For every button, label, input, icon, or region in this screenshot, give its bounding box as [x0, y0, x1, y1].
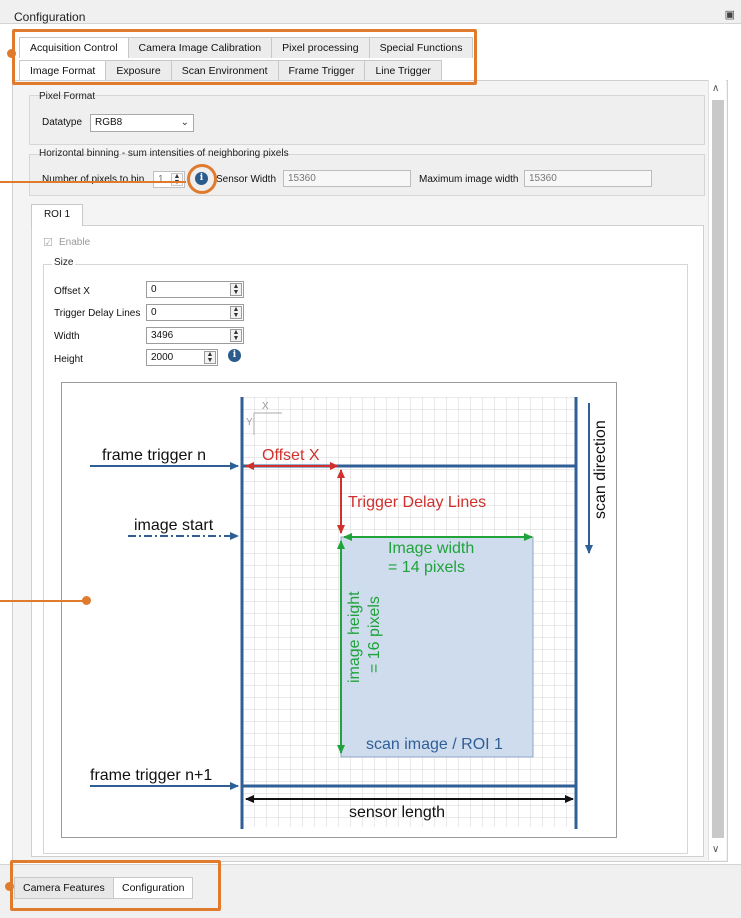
axis-y-label: Y — [246, 417, 253, 428]
tab-roi-1[interactable]: ROI 1 — [31, 204, 83, 226]
chevron-down-icon: ⌄ — [180, 117, 189, 128]
trigger-delay-lines-label: Trigger Delay Lines — [54, 308, 141, 319]
scan-image-label: scan image / ROI 1 — [366, 736, 503, 753]
pixels-to-bin-input[interactable]: 1 ▲▼ — [153, 171, 185, 188]
category-tab-bar: Acquisition Control Camera Image Calibra… — [19, 37, 474, 58]
pixels-to-bin-label: Number of pixels to bin — [42, 174, 145, 185]
scroll-down-icon[interactable]: ∨ — [712, 844, 719, 855]
width-label: Width — [54, 331, 80, 342]
width-value: 3496 — [151, 330, 174, 341]
tab-scan-environment[interactable]: Scan Environment — [170, 60, 279, 81]
panel-title: Configuration — [14, 10, 86, 24]
callout-leader-line — [0, 600, 84, 602]
trigger-delay-lines-diagram-label: Trigger Delay Lines — [348, 494, 486, 511]
image-height-value: = 16 pixels — [366, 596, 383, 673]
max-image-width-label: Maximum image width — [419, 174, 519, 185]
image-width-label: Image width — [388, 540, 474, 557]
info-icon[interactable]: i — [228, 349, 241, 362]
scrollbar-thumb[interactable] — [712, 100, 724, 838]
spin-arrows-icon[interactable]: ▲▼ — [171, 173, 183, 186]
roi-diagram: X Y frame trigger n image start frame tr… — [61, 382, 617, 838]
tab-exposure[interactable]: Exposure — [105, 60, 172, 81]
height-input[interactable]: 2000 ▲ ▼ — [146, 349, 218, 366]
roi-diagram-svg: X Y frame trigger n image start frame tr… — [90, 397, 609, 829]
frame-trigger-n-label: frame trigger n — [102, 447, 206, 464]
callout-dot — [5, 882, 14, 891]
sensor-width-label: Sensor Width — [216, 174, 277, 185]
tab-line-trigger[interactable]: Line Trigger — [364, 60, 442, 81]
sensor-length-label: sensor length — [349, 804, 445, 821]
scan-direction-label: scan direction — [592, 420, 609, 519]
spin-arrows-icon[interactable]: ▲▼ — [204, 351, 216, 364]
spin-arrows-icon[interactable]: ▲▼ — [230, 329, 242, 342]
image-width-value: = 14 pixels — [388, 559, 465, 576]
callout-dot — [7, 49, 16, 58]
tab-frame-trigger[interactable]: Frame Trigger — [277, 60, 366, 81]
checkbox-icon[interactable]: ☑ — [43, 236, 53, 249]
spin-arrows-icon[interactable]: ▲▼ — [230, 283, 242, 296]
datatype-label: Datatype — [42, 117, 83, 128]
frame-trigger-n1-label: frame trigger n+1 — [90, 767, 212, 784]
image-start-label: image start — [134, 517, 214, 534]
bottom-dock: Camera Features Configuration — [0, 864, 741, 918]
subcategory-tab-bar: Image Format Exposure Scan Environment F… — [19, 60, 442, 81]
callout-leader-line — [0, 181, 186, 183]
datatype-select[interactable]: RGB8 ⌄ — [90, 114, 194, 132]
height-label: Height — [54, 354, 83, 365]
panel-title-bar: Configuration ▣ — [0, 0, 741, 24]
tab-camera-image-calibration[interactable]: Camera Image Calibration — [127, 37, 273, 58]
offset-x-input[interactable]: 0 ▲ ▼ — [146, 281, 244, 298]
max-image-width-field: 15360 — [524, 170, 652, 187]
tab-camera-features[interactable]: Camera Features — [14, 877, 114, 899]
offset-x-value: 0 — [151, 284, 157, 295]
trigger-delay-lines-input[interactable]: 0 ▲ ▼ — [146, 304, 244, 321]
tab-image-format[interactable]: Image Format — [19, 60, 107, 81]
height-value: 2000 — [151, 352, 174, 363]
offset-x-label: Offset X — [54, 286, 90, 297]
tab-special-functions[interactable]: Special Functions — [368, 37, 474, 58]
datatype-value: RGB8 — [95, 117, 123, 128]
width-input[interactable]: 3496 ▲ ▼ — [146, 327, 244, 344]
offset-x-diagram-label: Offset X — [262, 447, 320, 464]
image-height-label: image height — [346, 591, 363, 683]
sensor-width-field: 15360 — [283, 170, 411, 187]
size-group-label: Size — [52, 257, 76, 268]
enable-label: Enable — [59, 237, 91, 248]
vertical-scrollbar[interactable]: ∧ ∨ — [708, 80, 726, 860]
tab-acquisition-control[interactable]: Acquisition Control — [19, 37, 129, 58]
trigger-delay-lines-value: 0 — [151, 307, 157, 318]
axis-x-label: X — [262, 401, 269, 412]
float-panel-icon[interactable]: ▣ — [725, 8, 735, 21]
spin-arrows-icon[interactable]: ▲▼ — [230, 306, 242, 319]
binning-group-label: Horizontal binning - sum intensities of … — [39, 148, 289, 159]
info-icon[interactable]: i — [195, 172, 208, 185]
pixels-to-bin-value: 1 — [158, 174, 164, 185]
tab-pixel-processing[interactable]: Pixel processing — [271, 37, 370, 58]
pixel-format-label: Pixel Format — [39, 91, 96, 102]
tab-configuration[interactable]: Configuration — [113, 877, 194, 899]
scroll-up-icon[interactable]: ∧ — [712, 83, 719, 94]
